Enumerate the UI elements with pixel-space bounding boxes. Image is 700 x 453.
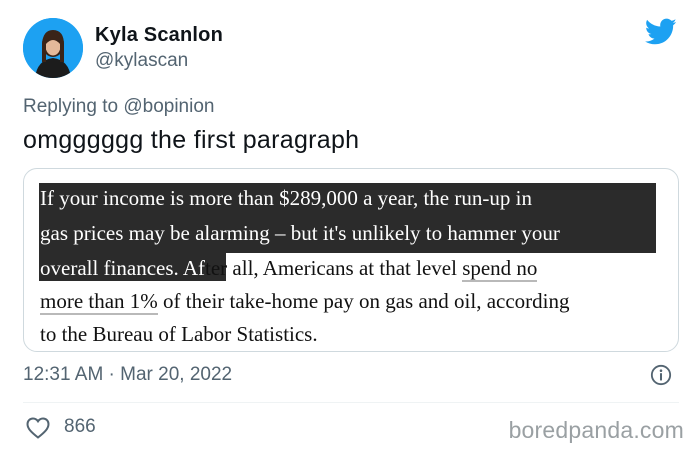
watermark: boredpanda.com (508, 417, 684, 443)
reply-context: Replying to @bopinion (23, 96, 214, 118)
display-name[interactable]: Kyla Scanlon (95, 24, 223, 47)
article-line: more than 1% of their take-home pay on g… (40, 289, 570, 315)
tweet-card: Kyla Scanlon @kylascan Replying to @bopi… (0, 0, 700, 453)
article-line: If your income is more than $289,000 a y… (40, 186, 532, 210)
reply-prefix: Replying to (23, 96, 119, 117)
avatar[interactable] (23, 18, 83, 78)
timestamp-link[interactable]: 12:31 AM · Mar 20, 2022 (23, 364, 232, 386)
handle[interactable]: @kylascan (95, 50, 188, 72)
divider (23, 402, 679, 403)
article-link: spend no (462, 256, 538, 282)
article-line: gas prices may be alarming – but it's un… (40, 221, 560, 245)
highlighted-segment: overall finances. Af (40, 256, 206, 280)
plain-segment: of their take-home pay on gas and oil, a… (157, 289, 570, 313)
article-link: more than 1% (40, 289, 158, 315)
info-icon[interactable] (650, 364, 672, 386)
heart-icon[interactable] (26, 417, 50, 439)
tweet-text: omgggggg the first paragraph (23, 126, 360, 154)
reply-mention-link[interactable]: @bopinion (123, 96, 214, 117)
twitter-bird-icon[interactable] (645, 18, 677, 46)
like-count: 866 (64, 416, 96, 437)
plain-segment: ter all, Americans at that level (205, 256, 463, 280)
quoted-screenshot[interactable]: If your income is more than $289,000 a y… (23, 168, 679, 352)
article-line: to the Bureau of Labor Statistics. (40, 322, 318, 346)
article-line: overall finances. After all, Americans a… (40, 256, 538, 282)
